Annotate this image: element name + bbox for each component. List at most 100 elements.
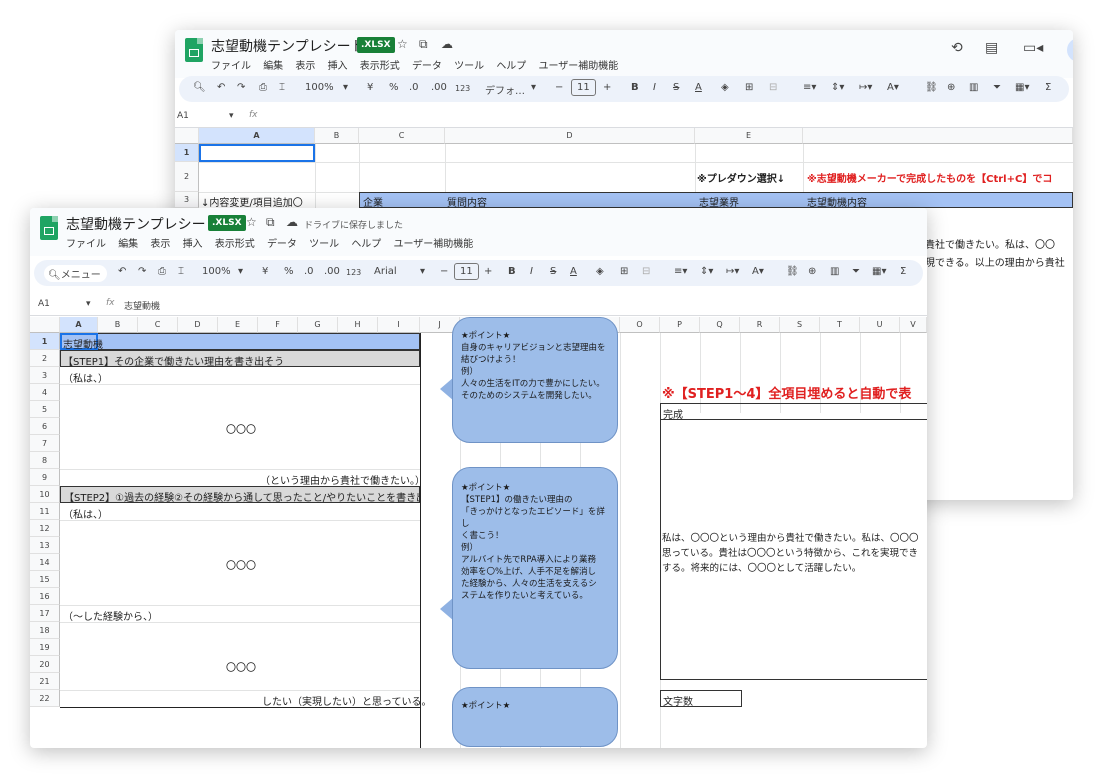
- menu-format[interactable]: 表示形式: [360, 61, 400, 72]
- paint-format-icon[interactable]: ⌶: [178, 266, 184, 277]
- row-header[interactable]: 10: [30, 486, 60, 503]
- filter-icon[interactable]: ⏷: [993, 82, 1001, 93]
- zoom-chevron-icon[interactable]: ▾: [343, 82, 348, 93]
- rotate-icon[interactable]: A▾: [752, 266, 764, 277]
- font-size-input[interactable]: 11: [571, 79, 596, 96]
- italic-icon[interactable]: I: [653, 82, 656, 93]
- row-header[interactable]: 8: [30, 452, 60, 469]
- col-header[interactable]: E: [218, 317, 258, 333]
- menu-edit[interactable]: 編集: [118, 239, 138, 250]
- zoom-select[interactable]: 100%: [202, 266, 231, 277]
- col-header[interactable]: A: [60, 317, 98, 333]
- row-header[interactable]: 12: [30, 520, 60, 537]
- chart-icon[interactable]: ▥: [830, 266, 839, 277]
- redo-icon[interactable]: ↷: [237, 82, 245, 93]
- col-header[interactable]: [803, 128, 1073, 144]
- font-select[interactable]: デフォ…: [485, 82, 525, 97]
- borders-icon[interactable]: ⊞: [620, 266, 628, 277]
- row-header[interactable]: 22: [30, 690, 60, 707]
- col-header[interactable]: B: [315, 128, 359, 144]
- font-size-increase[interactable]: +: [484, 266, 492, 277]
- percent-button[interactable]: %: [284, 266, 294, 277]
- col-header[interactable]: I: [378, 317, 420, 333]
- row-header[interactable]: 15: [30, 571, 60, 588]
- menu-file[interactable]: ファイル: [66, 239, 106, 250]
- star-icon[interactable]: ☆: [397, 37, 408, 51]
- col-header[interactable]: C: [359, 128, 445, 144]
- italic-icon[interactable]: I: [530, 266, 533, 277]
- row-header[interactable]: 21: [30, 673, 60, 690]
- row-header[interactable]: 1: [175, 144, 199, 162]
- row-header[interactable]: 13: [30, 537, 60, 554]
- bold-icon[interactable]: B: [631, 82, 639, 93]
- row-header[interactable]: 1: [30, 333, 60, 350]
- row-header[interactable]: 11: [30, 503, 60, 520]
- merge-icon[interactable]: ⊟: [642, 266, 650, 277]
- col-header[interactable]: A: [199, 128, 315, 144]
- insert-comment-icon[interactable]: ⊕: [947, 82, 955, 93]
- format-123-button[interactable]: 123: [346, 268, 361, 277]
- increase-decimal-button[interactable]: .00: [324, 266, 340, 277]
- print-icon[interactable]: ⎙: [259, 82, 267, 93]
- font-size-decrease[interactable]: −: [555, 82, 563, 93]
- currency-button[interactable]: ¥: [262, 266, 268, 277]
- menu-tools[interactable]: ツール: [309, 239, 339, 250]
- strikethrough-icon[interactable]: S: [673, 82, 679, 93]
- col-header[interactable]: O: [620, 317, 660, 333]
- fill-color-icon[interactable]: ◈: [721, 82, 729, 93]
- row-header[interactable]: 4: [30, 384, 60, 401]
- col-header[interactable]: T: [820, 317, 860, 333]
- menu-data[interactable]: データ: [267, 239, 297, 250]
- col-header[interactable]: P: [660, 317, 700, 333]
- menu-edit[interactable]: 編集: [263, 61, 283, 72]
- col-header[interactable]: S: [780, 317, 820, 333]
- redo-icon[interactable]: ↷: [138, 266, 146, 277]
- col-header[interactable]: V: [900, 317, 927, 333]
- row-header[interactable]: 18: [30, 622, 60, 639]
- menu-data[interactable]: データ: [412, 61, 442, 72]
- menu-view[interactable]: 表示: [150, 239, 170, 250]
- doc-title[interactable]: 志望動機テンプレシート: [211, 36, 365, 56]
- font-chevron-icon[interactable]: ▾: [420, 266, 425, 277]
- step2-experience-placeholder[interactable]: 〇〇〇: [226, 659, 256, 674]
- valign-icon[interactable]: ⇕▾: [700, 266, 713, 277]
- decrease-decimal-button[interactable]: .0: [304, 266, 314, 277]
- borders-icon[interactable]: ⊞: [745, 82, 753, 93]
- col-header[interactable]: B: [98, 317, 138, 333]
- avatar[interactable]: [1067, 38, 1073, 62]
- col-header[interactable]: E: [695, 128, 803, 144]
- functions-icon[interactable]: Σ: [1045, 82, 1051, 93]
- corner-cell[interactable]: [30, 317, 60, 333]
- text-color-icon[interactable]: A: [570, 266, 577, 277]
- cloud-status-icon[interactable]: ☁: [286, 215, 298, 229]
- menu-accessibility[interactable]: ユーザー補助機能: [394, 239, 474, 250]
- zoom-select[interactable]: 100%: [305, 82, 334, 93]
- menu-format[interactable]: 表示形式: [215, 239, 255, 250]
- col-header[interactable]: G: [298, 317, 338, 333]
- link-icon[interactable]: ⛓: [786, 266, 799, 277]
- row-header[interactable]: 14: [30, 554, 60, 571]
- currency-button[interactable]: ¥: [367, 82, 373, 93]
- row-header[interactable]: 2: [175, 162, 199, 192]
- filter-views-icon[interactable]: ▦▾: [872, 266, 886, 277]
- font-size-increase[interactable]: +: [603, 82, 611, 93]
- wrap-icon[interactable]: ↦▾: [726, 266, 739, 277]
- menu-insert[interactable]: 挿入: [183, 239, 203, 250]
- row-header[interactable]: 5: [30, 401, 60, 418]
- insert-comment-icon[interactable]: ⊕: [808, 266, 816, 277]
- cloud-status-icon[interactable]: ☁: [441, 37, 453, 51]
- row-header[interactable]: 16: [30, 588, 60, 605]
- menu-help[interactable]: ヘルプ: [496, 61, 526, 72]
- selected-cell[interactable]: [199, 144, 315, 162]
- print-icon[interactable]: ⎙: [158, 266, 166, 277]
- col-header[interactable]: D: [445, 128, 695, 144]
- meet-icon[interactable]: ▭◂: [1023, 40, 1043, 56]
- col-header[interactable]: U: [860, 317, 900, 333]
- step1-placeholder[interactable]: 〇〇〇: [226, 421, 256, 436]
- col-header[interactable]: D: [178, 317, 218, 333]
- link-icon[interactable]: ⛓: [925, 82, 938, 93]
- doc-title[interactable]: 志望動機テンプレシート: [66, 214, 220, 234]
- rotate-icon[interactable]: A▾: [887, 82, 899, 93]
- col-header[interactable]: C: [138, 317, 178, 333]
- history-icon[interactable]: ⟲: [951, 40, 963, 56]
